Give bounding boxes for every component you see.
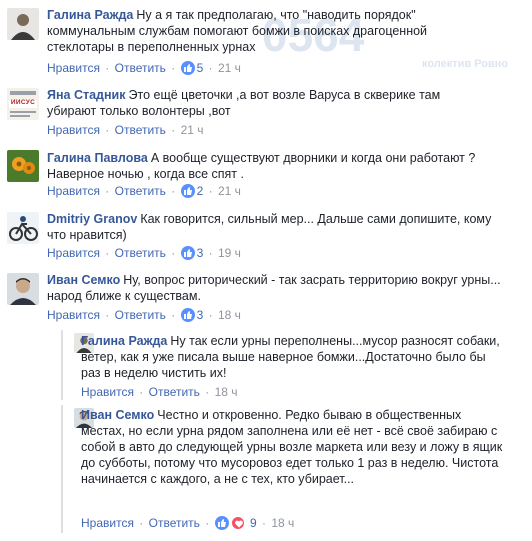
reply-author[interactable]: Иван Семко — [81, 408, 154, 422]
comment-author[interactable]: Иван Семко — [47, 273, 120, 287]
reply-link[interactable]: Ответить — [115, 184, 166, 198]
like-reaction-icon[interactable] — [180, 184, 195, 198]
reply-time[interactable]: 18 ч — [215, 385, 238, 399]
comment-actions: Нравится · Ответить · 3 · 19 ч — [47, 246, 241, 260]
like-link[interactable]: Нравится — [47, 308, 100, 322]
comment-time[interactable]: 19 ч — [218, 246, 241, 260]
like-link[interactable]: Нравится — [47, 123, 100, 137]
reply-link[interactable]: Ответить — [149, 385, 200, 399]
avatar[interactable] — [7, 150, 39, 182]
comment-author[interactable]: Dmitriy Granov — [47, 212, 137, 226]
comment-author[interactable]: Яна Стадник — [47, 88, 126, 102]
like-link[interactable]: Нравится — [47, 246, 100, 260]
reaction-count[interactable]: 3 — [197, 246, 204, 260]
like-link[interactable]: Нравится — [47, 184, 100, 198]
avatar[interactable]: ИИСУС — [7, 88, 39, 120]
comment-actions: Нравится · Ответить · 3 · 18 ч — [47, 308, 241, 322]
like-reaction-icon[interactable] — [180, 61, 195, 75]
avatar[interactable] — [7, 212, 39, 244]
like-reaction-icon[interactable] — [214, 516, 229, 530]
reaction-count[interactable]: 5 — [197, 61, 204, 75]
like-link[interactable]: Нравится — [47, 61, 100, 75]
man-photo-icon — [7, 273, 39, 305]
love-reaction-icon[interactable] — [230, 516, 245, 530]
reply-link[interactable]: Ответить — [115, 61, 166, 75]
reply-time[interactable]: 18 ч — [271, 516, 294, 530]
like-link[interactable]: Нравится — [81, 516, 134, 530]
reply-link[interactable]: Ответить — [115, 246, 166, 260]
like-reaction-icon[interactable] — [180, 246, 195, 260]
reply-link[interactable]: Ответить — [115, 308, 166, 322]
comment-time[interactable]: 18 ч — [218, 308, 241, 322]
reply-author[interactable]: Галина Ражда — [81, 334, 167, 348]
reaction-count[interactable]: 2 — [197, 184, 204, 198]
comment-author[interactable]: Галина Ражда — [47, 8, 133, 22]
reaction-count[interactable]: 9 — [250, 516, 257, 530]
comment-actions: Нравится · Ответить · 5 · 21 ч — [47, 61, 241, 75]
comment-author[interactable]: Галина Павлова — [47, 151, 148, 165]
bicycle-photo-icon — [7, 212, 39, 244]
avatar[interactable] — [7, 8, 39, 40]
reply-actions: Нравится · Ответить · 18 ч — [81, 385, 238, 399]
like-reaction-icon[interactable] — [180, 308, 195, 322]
comment-time[interactable]: 21 ч — [218, 61, 241, 75]
reply-link[interactable]: Ответить — [149, 516, 200, 530]
comment-actions: Нравится · Ответить · 21 ч — [47, 123, 204, 137]
like-link[interactable]: Нравится — [81, 385, 134, 399]
reply-thread-line — [61, 405, 63, 533]
reaction-count[interactable]: 3 — [197, 308, 204, 322]
avatar-caption: ИИСУС — [10, 99, 36, 106]
comment-actions: Нравится · Ответить · 2 · 21 ч — [47, 184, 241, 198]
comment-time[interactable]: 21 ч — [181, 123, 204, 137]
reply-thread-line — [61, 330, 63, 400]
reply-link[interactable]: Ответить — [115, 123, 166, 137]
avatar[interactable] — [7, 273, 39, 305]
comment-time[interactable]: 21 ч — [218, 184, 241, 198]
reply-actions: Нравится · Ответить · 9 · 18 ч — [81, 516, 295, 530]
person-photo-icon — [7, 8, 39, 40]
flower-photo-icon — [7, 150, 39, 182]
